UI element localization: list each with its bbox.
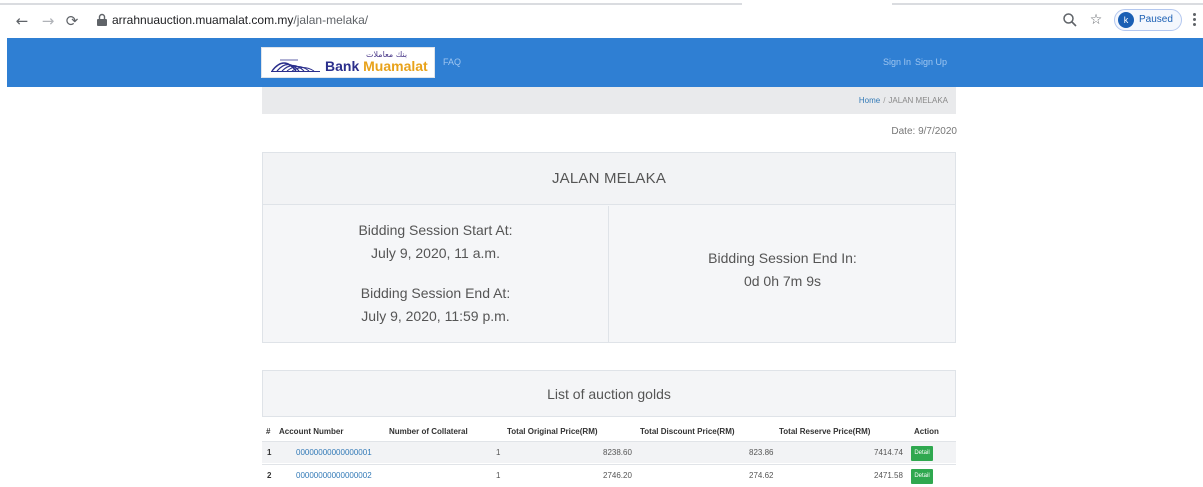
- column-header-collateral: Number of Collateral: [389, 427, 468, 436]
- reserve-price: 2471.58: [874, 471, 903, 480]
- column-header-original-price: Total Original Price(RM): [507, 427, 598, 436]
- reserve-price: 7414.74: [874, 448, 903, 457]
- original-price: 2746.20: [603, 471, 632, 480]
- lock-icon: [97, 13, 107, 26]
- avatar: k: [1118, 12, 1134, 28]
- breadcrumb-home-link[interactable]: Home: [859, 96, 880, 105]
- sign-up-link[interactable]: Sign Up: [915, 57, 947, 67]
- auction-list-title: List of auction golds: [547, 386, 671, 402]
- column-header-account-number: Account Number: [279, 427, 344, 436]
- profile-status-label: Paused: [1139, 14, 1173, 25]
- original-price: 8238.60: [603, 448, 632, 457]
- column-header-action: Action: [914, 427, 939, 436]
- tab-strip-line: [0, 0, 1203, 8]
- page-date: Date: 9/7/2020: [891, 126, 957, 137]
- breadcrumb-trail: Home / JALAN MELAKA: [859, 96, 948, 105]
- row-index: 2: [267, 471, 272, 480]
- zoom-icon[interactable]: [1062, 12, 1078, 28]
- session-panel-header: JALAN MELAKA: [263, 153, 955, 205]
- bidding-session-panel: JALAN MELAKA Bidding Session Start At: J…: [262, 152, 956, 343]
- session-start-label: Bidding Session Start At:: [358, 222, 513, 238]
- session-end-label: Bidding Session End At:: [360, 285, 511, 301]
- logo-wordmark: Bank Muamalat: [325, 58, 428, 74]
- discount-price: 823.86: [749, 448, 774, 457]
- logo-arches-icon: [271, 59, 320, 72]
- page-title: JALAN MELAKA: [551, 170, 667, 187]
- tab-strip-segment: [892, 3, 1203, 5]
- browser-menu-icon[interactable]: [1191, 11, 1197, 29]
- reload-icon[interactable]: ⟳: [64, 13, 80, 29]
- breadcrumb-current: JALAN MELAKA: [888, 96, 948, 105]
- address-bar-url[interactable]: arrahnuauction.muamalat.com.my/jalan-mel…: [112, 12, 368, 28]
- discount-price: 274.62: [749, 471, 774, 480]
- breadcrumb: Home / JALAN MELAKA: [262, 87, 956, 114]
- collateral-count: 1: [496, 448, 501, 457]
- detail-button[interactable]: Detail: [911, 469, 933, 484]
- bank-muamalat-logo[interactable]: بنك معاملات Bank Muamalat: [261, 47, 435, 78]
- column-header-reserve-price: Total Reserve Price(RM): [779, 427, 871, 436]
- bookmark-star-icon[interactable]: ☆: [1088, 12, 1104, 28]
- back-arrow-icon[interactable]: ←: [14, 13, 30, 29]
- session-start-value: July 9, 2020, 11 a.m.: [371, 245, 500, 261]
- account-number-link[interactable]: 00000000000000001: [296, 448, 372, 457]
- tab-strip-segment: [0, 3, 742, 5]
- logo-word-bank: Bank: [325, 58, 360, 74]
- site-navbar: بنك معاملات Bank Muamalat FAQ Sign In Sig…: [7, 38, 1203, 87]
- column-header-discount-price: Total Discount Price(RM): [640, 427, 735, 436]
- breadcrumb-separator: /: [883, 96, 886, 105]
- sign-in-link[interactable]: Sign In: [883, 57, 911, 67]
- logo-word-muamalat: Muamalat: [363, 58, 428, 74]
- profile-button[interactable]: k Paused: [1114, 9, 1182, 31]
- collateral-count: 1: [496, 471, 501, 480]
- url-domain: arrahnuauction.muamalat.com.my: [112, 13, 294, 27]
- countdown-label: Bidding Session End In:: [708, 250, 857, 266]
- countdown-value: 0d 0h 7m 9s: [743, 273, 822, 289]
- account-number-link[interactable]: 00000000000000002: [296, 471, 372, 480]
- session-countdown: Bidding Session End In: 0d 0h 7m 9s: [610, 206, 955, 342]
- column-header-index: #: [266, 427, 271, 436]
- nav-faq-link[interactable]: FAQ: [443, 57, 461, 67]
- detail-button[interactable]: Detail: [911, 446, 933, 461]
- url-path: /jalan-melaka/: [293, 13, 369, 27]
- row-index: 1: [267, 448, 272, 457]
- browser-chrome: ← → ⟳ arrahnuauction.muamalat.com.my/jal…: [0, 0, 1203, 38]
- nav-auth-links: Sign In Sign Up: [883, 57, 951, 67]
- forward-arrow-icon[interactable]: →: [40, 13, 56, 29]
- session-times: Bidding Session Start At: July 9, 2020, …: [263, 206, 609, 342]
- auction-list-header: List of auction golds: [262, 370, 956, 417]
- session-end-value: July 9, 2020, 11:59 p.m.: [361, 308, 510, 324]
